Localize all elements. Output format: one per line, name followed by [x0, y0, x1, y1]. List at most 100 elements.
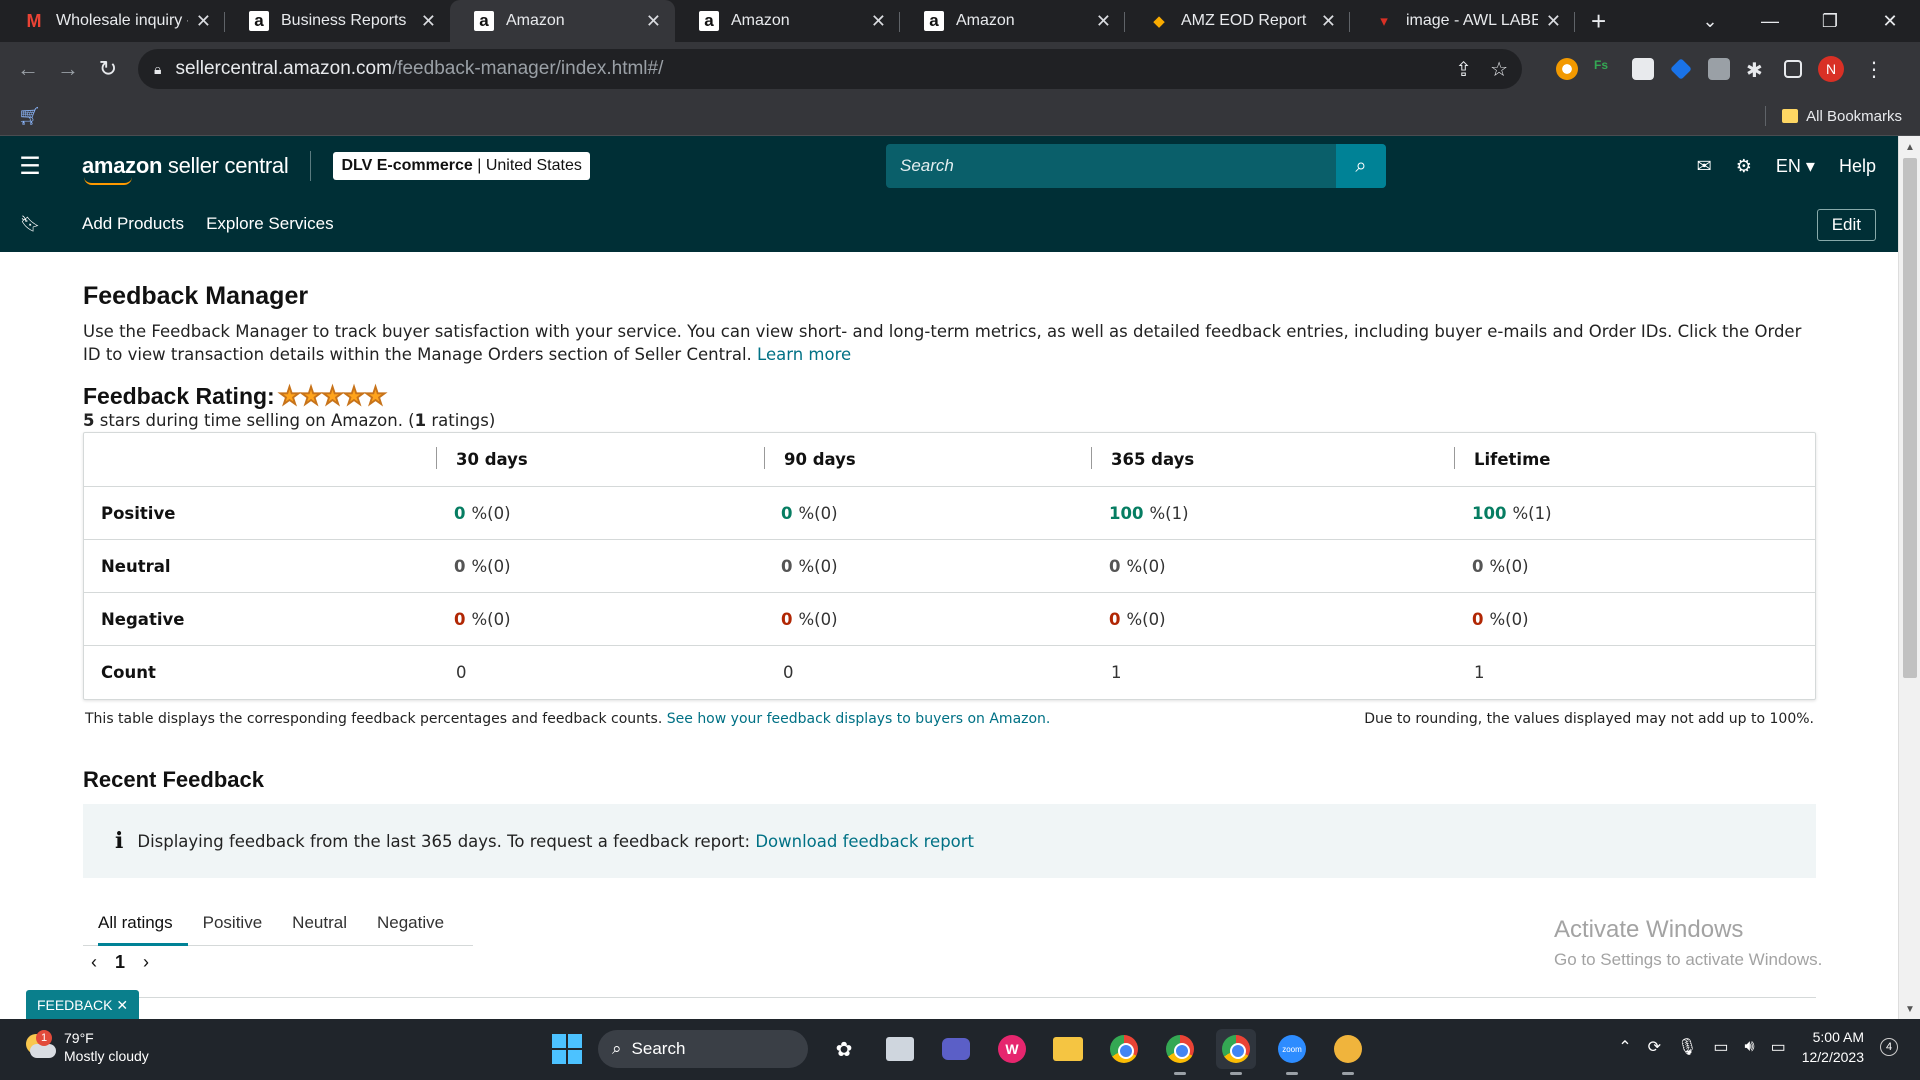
puzzle-icon[interactable]: ✱: [1746, 58, 1768, 82]
learn-more-link[interactable]: Learn more: [757, 345, 851, 364]
close-window-button[interactable]: ✕: [1860, 11, 1920, 32]
percent-value: 0: [781, 503, 793, 523]
search-input[interactable]: [886, 144, 1336, 188]
browser-tab[interactable]: a Business Reports ✕: [225, 0, 450, 42]
gear-icon[interactable]: ⚙: [1736, 156, 1752, 177]
url-host: sellercentral.amazon.com: [175, 58, 392, 79]
windows-start-icon[interactable]: [552, 1034, 582, 1064]
close-icon[interactable]: ✕: [646, 11, 661, 32]
tab-all-ratings[interactable]: All ratings: [83, 900, 188, 946]
nav-explore-services[interactable]: Explore Services: [206, 214, 334, 234]
chrome-profile-icon[interactable]: [1160, 1029, 1200, 1075]
restore-button[interactable]: ❐: [1800, 11, 1860, 32]
back-arrow-icon[interactable]: ←: [8, 56, 48, 82]
scroll-thumb[interactable]: [1903, 158, 1917, 678]
microphone-icon[interactable]: 🎙︎: [1677, 1037, 1697, 1057]
task-view-icon[interactable]: [880, 1029, 920, 1069]
language-label: EN: [1775, 155, 1801, 176]
close-icon[interactable]: ✕: [1546, 11, 1561, 32]
chevron-right-icon[interactable]: ›: [143, 952, 149, 973]
table-cell: 0 %(0): [1472, 540, 1529, 592]
help-link[interactable]: Help: [1839, 156, 1876, 177]
tab-positive[interactable]: Positive: [188, 900, 278, 945]
close-icon[interactable]: ✕: [1321, 11, 1336, 32]
nav-add-products[interactable]: Add Products: [82, 214, 184, 234]
file-explorer-icon[interactable]: [1048, 1029, 1088, 1069]
notification-badge[interactable]: 4: [1880, 1038, 1898, 1056]
chrome-icon[interactable]: [1104, 1029, 1144, 1069]
chrome-active-icon[interactable]: [1216, 1029, 1256, 1075]
forward-arrow-icon[interactable]: →: [48, 56, 88, 82]
weather-widget[interactable]: 1 79°F Mostly cloudy: [22, 1029, 149, 1065]
profile-avatar[interactable]: N: [1818, 56, 1844, 82]
browser-tab-active[interactable]: a Amazon ✕: [450, 0, 675, 42]
edit-button[interactable]: Edit: [1816, 209, 1876, 241]
lock-icon[interactable]: 🔒︎: [154, 61, 161, 78]
reload-icon[interactable]: ↻: [88, 56, 128, 82]
close-icon[interactable]: ✕: [116, 997, 128, 1014]
download-report-link[interactable]: Download feedback report: [755, 832, 974, 851]
address-bar[interactable]: 🔒︎ sellercentral.amazon.com/feedback-man…: [138, 49, 1522, 89]
amazon-icon: a: [924, 11, 944, 31]
zoom-icon[interactable]: zoom: [1272, 1029, 1312, 1075]
chevron-up-icon[interactable]: ⌃: [1618, 1037, 1631, 1057]
extension-image-icon[interactable]: [1632, 58, 1654, 80]
bookmark-icon[interactable]: 🔖︎: [0, 214, 60, 234]
tab-negative[interactable]: Negative: [362, 900, 459, 945]
feedback-button[interactable]: FEEDBACK ✕: [26, 990, 139, 1020]
battery-icon[interactable]: ▭: [1771, 1037, 1786, 1057]
hamburger-menu-icon[interactable]: ☰: [0, 152, 60, 181]
browser-tab[interactable]: M Wholesale inquiry - d ✕: [0, 0, 225, 42]
scroll-down-icon[interactable]: ▼: [1899, 1004, 1920, 1015]
share-icon[interactable]: ⇪: [1455, 57, 1472, 82]
bookmark-cart-icon[interactable]: 🛒︎: [18, 106, 41, 127]
page-number[interactable]: 1: [115, 952, 125, 973]
other-app-icon[interactable]: [1328, 1029, 1368, 1075]
language-selector[interactable]: EN ▾: [1776, 156, 1815, 177]
chevron-left-icon[interactable]: ‹: [91, 952, 97, 973]
search-button[interactable]: ⌕: [1336, 144, 1386, 188]
bookmark-star-icon[interactable]: ☆: [1490, 57, 1508, 82]
network-icon[interactable]: ▭: [1713, 1037, 1728, 1057]
extension-orange-icon[interactable]: [1556, 58, 1578, 80]
tab-neutral[interactable]: Neutral: [277, 900, 362, 945]
tab-search-icon[interactable]: ⌄: [1680, 11, 1740, 32]
sync-icon[interactable]: ⟳: [1648, 1037, 1661, 1057]
account-switcher[interactable]: DLV E-commerce | United States: [333, 152, 590, 180]
all-bookmarks[interactable]: All Bookmarks: [1765, 106, 1902, 126]
minimize-button[interactable]: —: [1740, 11, 1800, 32]
close-icon[interactable]: ✕: [196, 11, 211, 32]
browser-tab[interactable]: ▾ image - AWL LABEL ✕: [1350, 0, 1575, 42]
sidepanel-icon[interactable]: [1784, 60, 1802, 78]
clock[interactable]: 5:00 AM 12/2/2023: [1802, 1027, 1864, 1067]
rating-suffix: ratings): [426, 411, 496, 430]
taskbar-search[interactable]: ⌕ Search: [598, 1030, 808, 1068]
table-cell: 0 %(0): [1109, 593, 1166, 645]
extension-off-icon[interactable]: [1708, 58, 1730, 80]
widgets-icon[interactable]: ✿: [824, 1029, 864, 1069]
time: 5:00 AM: [1812, 1029, 1864, 1045]
browser-tab[interactable]: a Amazon ✕: [675, 0, 900, 42]
seller-central-logo[interactable]: amazon seller central: [82, 153, 289, 185]
date: 12/2/2023: [1801, 1049, 1864, 1065]
volume-icon[interactable]: 🔊︎: [1744, 1038, 1754, 1056]
column-header: 365 days: [1111, 450, 1195, 469]
close-icon[interactable]: ✕: [1096, 11, 1111, 32]
buyer-display-link[interactable]: See how your feedback displays to buyers…: [667, 711, 1051, 727]
browser-tab[interactable]: ◆ AMZ EOD Report ✕: [1125, 0, 1350, 42]
tab-title: AMZ EOD Report: [1181, 12, 1307, 29]
tab-title: Amazon: [956, 12, 1015, 29]
meet-icon[interactable]: [936, 1029, 976, 1069]
new-tab-button[interactable]: +: [1575, 0, 1622, 42]
browser-tab[interactable]: a Amazon ✕: [900, 0, 1125, 42]
address-bar-actions: ⇪ ☆: [1455, 57, 1508, 82]
scroll-up-icon[interactable]: ▲: [1899, 142, 1920, 153]
extension-fs-icon[interactable]: Fs: [1594, 58, 1616, 80]
kebab-menu-icon[interactable]: ⋮: [1864, 57, 1884, 82]
mail-icon[interactable]: ✉: [1697, 156, 1712, 177]
extension-blue-icon[interactable]: [1670, 58, 1692, 80]
close-icon[interactable]: ✕: [871, 11, 886, 32]
page-scrollbar[interactable]: ▲ ▼: [1898, 136, 1920, 1019]
wps-icon[interactable]: W: [992, 1029, 1032, 1069]
close-icon[interactable]: ✕: [421, 11, 436, 32]
